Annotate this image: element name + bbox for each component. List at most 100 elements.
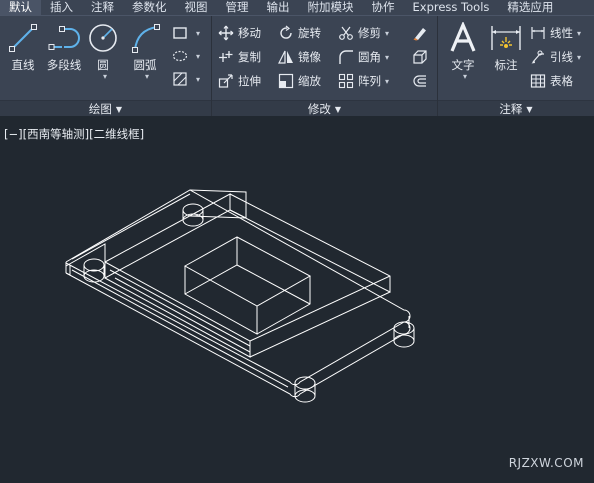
trim-dropdown-caret[interactable]: ▾	[385, 29, 389, 38]
copy-tool[interactable]: 复制	[218, 48, 261, 66]
tab-collaborate[interactable]: 协作	[363, 0, 404, 15]
mirror-tool[interactable]: 镜像	[278, 48, 321, 66]
copy-icon	[219, 51, 233, 62]
offset-icon	[413, 75, 426, 87]
dimension-tool[interactable]: 标注	[488, 22, 524, 73]
text-icon	[450, 22, 476, 52]
move-tool[interactable]: 移动	[218, 24, 261, 42]
stretch-label: 拉伸	[238, 74, 261, 88]
eraser-icon	[413, 28, 426, 41]
base-plate-top-edge	[65, 189, 411, 386]
fillet-tool[interactable]: 圆角 ▾	[338, 48, 389, 66]
array-tool[interactable]: 阵列 ▾	[338, 72, 389, 90]
circle-dropdown-caret[interactable]: ▾	[103, 72, 107, 81]
block-front-face	[104, 261, 251, 358]
draw-panel-title: 绘图	[88, 102, 112, 116]
scale-icon	[278, 73, 294, 89]
circle-icon	[89, 24, 117, 52]
polyline-label: 多段线	[46, 58, 82, 72]
tab-addins[interactable]: 附加模块	[299, 0, 363, 15]
left-step-edges	[65, 243, 106, 267]
arc-dropdown-caret[interactable]: ▾	[145, 72, 149, 81]
tab-manage[interactable]: 管理	[217, 0, 258, 15]
tab-parametric[interactable]: 参数化	[123, 0, 176, 15]
tab-output[interactable]: 输出	[258, 0, 299, 15]
annotation-panel-title: 注释	[499, 102, 523, 116]
watermark-text: RJZXW.COM	[508, 456, 584, 470]
arc-label: 圆弧	[133, 58, 157, 72]
draw-panel-footer[interactable]: 绘图 ▼	[0, 100, 211, 117]
modify-panel: 移动 旋转 修剪 ▾ 复制 镜像 圆角 ▾ 拉伸 缩放 阵列 ▾ 修改 ▼	[212, 16, 438, 117]
region-tool[interactable]: ▾	[172, 70, 200, 88]
draw-panel-caret-icon: ▼	[115, 105, 123, 114]
fillet-label: 圆角	[358, 50, 381, 64]
hatch-tool[interactable]: ▾	[172, 47, 200, 65]
drawing-viewport[interactable]: [−][西南等轴测][二维线框] RJZXW.COM	[0, 116, 594, 483]
polyline-icon	[48, 26, 80, 50]
modify-panel-title: 修改	[307, 102, 331, 116]
text-dropdown-caret[interactable]: ▾	[463, 72, 467, 81]
arc-icon	[132, 24, 160, 53]
leader-dropdown-caret[interactable]: ▾	[577, 53, 581, 62]
mirror-icon	[278, 50, 293, 64]
hole-back-left	[182, 203, 204, 227]
arc-tool[interactable]: 圆弧 ▾	[128, 22, 162, 81]
line-icon	[9, 24, 37, 52]
tab-view[interactable]: 视图	[176, 0, 217, 15]
modify-panel-footer[interactable]: 修改 ▼	[212, 100, 437, 117]
table-icon	[530, 74, 546, 88]
offset-tool[interactable]	[412, 72, 432, 90]
tab-insert[interactable]: 插入	[41, 0, 82, 15]
leader-tool[interactable]: 引线 ▾	[530, 48, 581, 66]
tab-featured-apps[interactable]: 精选应用	[498, 0, 562, 15]
mirror-label: 镜像	[298, 50, 321, 64]
scale-tool[interactable]: 缩放	[278, 72, 321, 90]
pocket-top-rim	[183, 236, 312, 307]
draw-panel: 直线 多段线 圆 ▾ 圆弧 ▾ ▾ ▾ ▾ 绘图 ▼	[0, 16, 212, 117]
circle-tool[interactable]: 圆 ▾	[86, 22, 120, 81]
array-icon	[338, 73, 354, 89]
stretch-icon	[218, 74, 233, 88]
pocket-floor-edges	[184, 264, 311, 305]
explode-tool[interactable]	[412, 48, 432, 66]
rotate-tool[interactable]: 旋转	[278, 24, 321, 42]
move-label: 移动	[238, 26, 261, 40]
tab-annotate[interactable]: 注释	[82, 0, 123, 15]
text-tool[interactable]: 文字 ▾	[446, 22, 480, 81]
stretch-tool[interactable]: 拉伸	[218, 72, 261, 90]
table-tool[interactable]: 表格	[530, 72, 573, 90]
tab-default[interactable]: 默认	[0, 0, 41, 15]
dimension-icon	[491, 26, 521, 50]
scissors-icon	[339, 26, 353, 40]
ellipse-icon	[172, 50, 188, 62]
line-tool[interactable]: 直线	[6, 22, 40, 73]
scale-label: 缩放	[298, 74, 321, 88]
linear-dimension-icon	[531, 27, 545, 39]
array-dropdown-caret[interactable]: ▾	[385, 77, 389, 86]
tab-express-tools[interactable]: Express Tools	[404, 0, 499, 15]
erase-tool[interactable]	[412, 24, 432, 42]
table-label: 表格	[550, 74, 573, 88]
left-step-corner	[65, 265, 71, 276]
polyline-tool[interactable]: 多段线	[43, 22, 85, 73]
block-ledge-lines	[109, 269, 251, 353]
region-dropdown-caret[interactable]: ▾	[196, 75, 200, 84]
rectangle-dropdown-caret[interactable]: ▾	[196, 29, 200, 38]
linear-dropdown-caret[interactable]: ▾	[577, 29, 581, 38]
hatch-dropdown-caret[interactable]: ▾	[196, 52, 200, 61]
rotate-icon	[280, 25, 292, 39]
copy-label: 复制	[238, 50, 261, 64]
linear-label: 线性	[550, 26, 573, 40]
annotation-panel-footer[interactable]: 注释 ▼	[438, 100, 594, 117]
linear-dimension-tool[interactable]: 线性 ▾	[530, 24, 581, 42]
ribbon: 直线 多段线 圆 ▾ 圆弧 ▾ ▾ ▾ ▾ 绘图 ▼ 移动 旋转 修剪 ▾ 复制…	[0, 15, 594, 117]
move-icon	[218, 25, 234, 41]
array-label: 阵列	[358, 74, 381, 88]
fillet-icon	[339, 50, 353, 64]
trim-tool[interactable]: 修剪 ▾	[338, 24, 389, 42]
block-right-edges	[249, 275, 391, 358]
fillet-dropdown-caret[interactable]: ▾	[385, 53, 389, 62]
explode-icon	[413, 50, 427, 64]
isometric-model-wireframe	[65, 189, 415, 403]
rectangle-tool[interactable]: ▾	[172, 24, 200, 42]
